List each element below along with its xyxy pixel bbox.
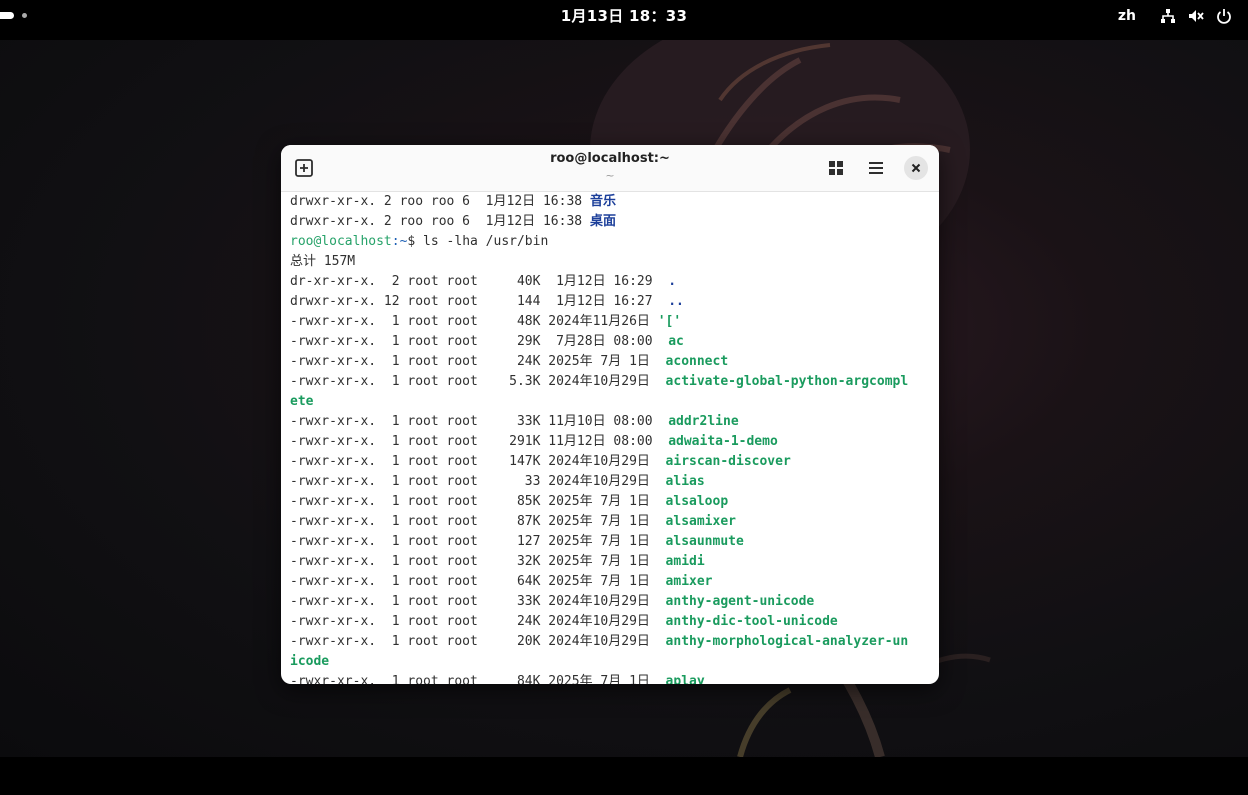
line-text: -rwxr-xr-x. 1 root root 33K 2024年10月29日 — [290, 594, 666, 609]
terminal-line: -rwxr-xr-x. 1 root root 64K 2025年 7月 1日 … — [290, 572, 935, 592]
top-bar: 1月13日 18：33 zh — [0, 0, 1248, 36]
terminal-line: -rwxr-xr-x. 1 root root 33K 2024年10月29日 … — [290, 592, 935, 612]
directory-name: .. — [668, 294, 684, 309]
terminal-line: -rwxr-xr-x. 1 root root 84K 2025年 7月 1日 … — [290, 672, 935, 684]
line-text: -rwxr-xr-x. 1 root root 24K 2025年 7月 1日 — [290, 354, 666, 369]
executable-name: alias — [665, 474, 705, 489]
terminal-line: -rwxr-xr-x. 1 root root 85K 2025年 7月 1日 … — [290, 492, 935, 512]
network-icon[interactable] — [1160, 8, 1176, 24]
terminal-line: -rwxr-xr-x. 1 root root 48K 2024年11月26日 … — [290, 312, 935, 332]
terminal-line: ete — [290, 392, 935, 412]
executable-name: aconnect — [665, 354, 729, 369]
volume-muted-icon[interactable] — [1188, 8, 1204, 24]
executable-name: amidi — [665, 554, 705, 569]
line-text: dr-xr-xr-x. 2 root root 40K 1月12日 16:29 — [290, 274, 669, 289]
prompt-path: :~ — [391, 234, 408, 249]
line-text: -rwxr-xr-x. 1 root root 85K 2025年 7月 1日 — [290, 494, 666, 509]
terminal-line: -rwxr-xr-x. 1 root root 29K 7月28日 08:00 … — [290, 332, 935, 352]
prompt-user: roo@localhost — [290, 234, 392, 249]
executable-name: adwaita-1-demo — [668, 434, 778, 449]
executable-name: anthy-agent-unicode — [665, 594, 815, 609]
command-text: $ ls -lha /usr/bin — [407, 234, 549, 249]
executable-name: amixer — [665, 574, 713, 589]
executable-name: anthy-morphological-analyzer-un — [665, 634, 909, 649]
menu-icon[interactable] — [864, 156, 888, 180]
executable-name: aplay — [665, 674, 705, 684]
line-text: -rwxr-xr-x. 1 root root 127 2025年 7月 1日 — [290, 534, 666, 549]
executable-name: icode — [290, 654, 330, 669]
executable-name: ete — [290, 394, 314, 409]
terminal-line: 总计 157M — [290, 252, 935, 272]
line-text: -rwxr-xr-x. 1 root root 87K 2025年 7月 1日 — [290, 514, 666, 529]
tab-overview-icon[interactable] — [824, 156, 848, 180]
power-icon[interactable] — [1216, 8, 1232, 24]
line-text: -rwxr-xr-x. 1 root root 5.3K 2024年10月29日 — [290, 374, 666, 389]
terminal-line: dr-xr-xr-x. 2 root root 40K 1月12日 16:29 … — [290, 272, 935, 292]
directory-name: 桌面 — [589, 214, 616, 229]
executable-name: alsaunmute — [665, 534, 744, 549]
terminal-line: -rwxr-xr-x. 1 root root 127 2025年 7月 1日 … — [290, 532, 935, 552]
line-text: -rwxr-xr-x. 1 root root 24K 2024年10月29日 — [290, 614, 666, 629]
directory-name: . — [668, 274, 677, 289]
bottom-dock-area — [0, 757, 1248, 795]
terminal-line: -rwxr-xr-x. 1 root root 291K 11月12日 08:0… — [290, 432, 935, 452]
executable-name: '[' — [657, 314, 682, 329]
executable-name: activate-global-python-argcompl — [665, 374, 909, 389]
line-text: -rwxr-xr-x. 1 root root 291K 11月12日 08:0… — [290, 434, 669, 449]
directory-name: 音乐 — [589, 194, 616, 209]
line-text: -rwxr-xr-x. 1 root root 147K 2024年10月29日 — [290, 454, 666, 469]
terminal-output[interactable]: drwxr-xr-x. 2 roo roo 6 1月12日 16:38 音乐 dr… — [290, 192, 935, 684]
executable-name: alsaloop — [665, 494, 729, 509]
terminal-line: -rwxr-xr-x. 1 root root 33K 11月10日 08:00… — [290, 412, 935, 432]
clock[interactable]: 1月13日 18：33 — [0, 0, 1248, 32]
line-text: drwxr-xr-x. 2 roo roo 6 1月12日 16:38 — [290, 214, 590, 229]
terminal-line: -rwxr-xr-x. 1 root root 24K 2025年 7月 1日 … — [290, 352, 935, 372]
input-language-indicator[interactable]: zh — [1118, 0, 1136, 32]
line-text: -rwxr-xr-x. 1 root root 84K 2025年 7月 1日 — [290, 674, 666, 684]
line-text: drwxr-xr-x. 2 roo roo 6 1月12日 16:38 — [290, 194, 590, 209]
terminal-line: drwxr-xr-x. 12 root root 144 1月12日 16:27… — [290, 292, 935, 312]
executable-name: alsamixer — [665, 514, 736, 529]
line-text: -rwxr-xr-x. 1 root root 33 2024年10月29日 — [290, 474, 666, 489]
terminal-line: -rwxr-xr-x. 1 root root 87K 2025年 7月 1日 … — [290, 512, 935, 532]
terminal-line: -rwxr-xr-x. 1 root root 33 2024年10月29日 a… — [290, 472, 935, 492]
executable-name: airscan-discover — [665, 454, 791, 469]
close-button[interactable] — [904, 156, 928, 180]
line-text: 总计 157M — [290, 254, 356, 269]
close-icon — [911, 163, 921, 173]
line-text: drwxr-xr-x. 12 root root 144 1月12日 16:27 — [290, 294, 669, 309]
line-text: -rwxr-xr-x. 1 root root 33K 11月10日 08:00 — [290, 414, 669, 429]
terminal-line: -rwxr-xr-x. 1 root root 147K 2024年10月29日… — [290, 452, 935, 472]
line-text: -rwxr-xr-x. 1 root root 29K 7月28日 08:00 — [290, 334, 669, 349]
terminal-line: -rwxr-xr-x. 1 root root 5.3K 2024年10月29日… — [290, 372, 935, 392]
terminal-line: drwxr-xr-x. 2 roo roo 6 1月12日 16:38 音乐 — [290, 192, 935, 212]
executable-name: ac — [668, 334, 684, 349]
terminal-line: drwxr-xr-x. 2 roo roo 6 1月12日 16:38 桌面 — [290, 212, 935, 232]
terminal-line: roo@localhost:~$ ls -lha /usr/bin — [290, 232, 935, 252]
terminal-window[interactable]: roo@localhost:~ ~ drwxr-xr-x. 2 roo roo … — [281, 145, 939, 684]
terminal-line: -rwxr-xr-x. 1 root root 20K 2024年10月29日 … — [290, 632, 935, 652]
terminal-line: icode — [290, 652, 935, 672]
terminal-line: -rwxr-xr-x. 1 root root 32K 2025年 7月 1日 … — [290, 552, 935, 572]
executable-name: anthy-dic-tool-unicode — [665, 614, 838, 629]
line-text: -rwxr-xr-x. 1 root root 48K 2024年11月26日 — [290, 314, 658, 329]
executable-name: addr2line — [668, 414, 739, 429]
terminal-line: -rwxr-xr-x. 1 root root 24K 2024年10月29日 … — [290, 612, 935, 632]
line-text: -rwxr-xr-x. 1 root root 64K 2025年 7月 1日 — [290, 574, 666, 589]
line-text: -rwxr-xr-x. 1 root root 20K 2024年10月29日 — [290, 634, 666, 649]
line-text: -rwxr-xr-x. 1 root root 32K 2025年 7月 1日 — [290, 554, 666, 569]
terminal-headerbar[interactable]: roo@localhost:~ ~ — [281, 145, 939, 192]
